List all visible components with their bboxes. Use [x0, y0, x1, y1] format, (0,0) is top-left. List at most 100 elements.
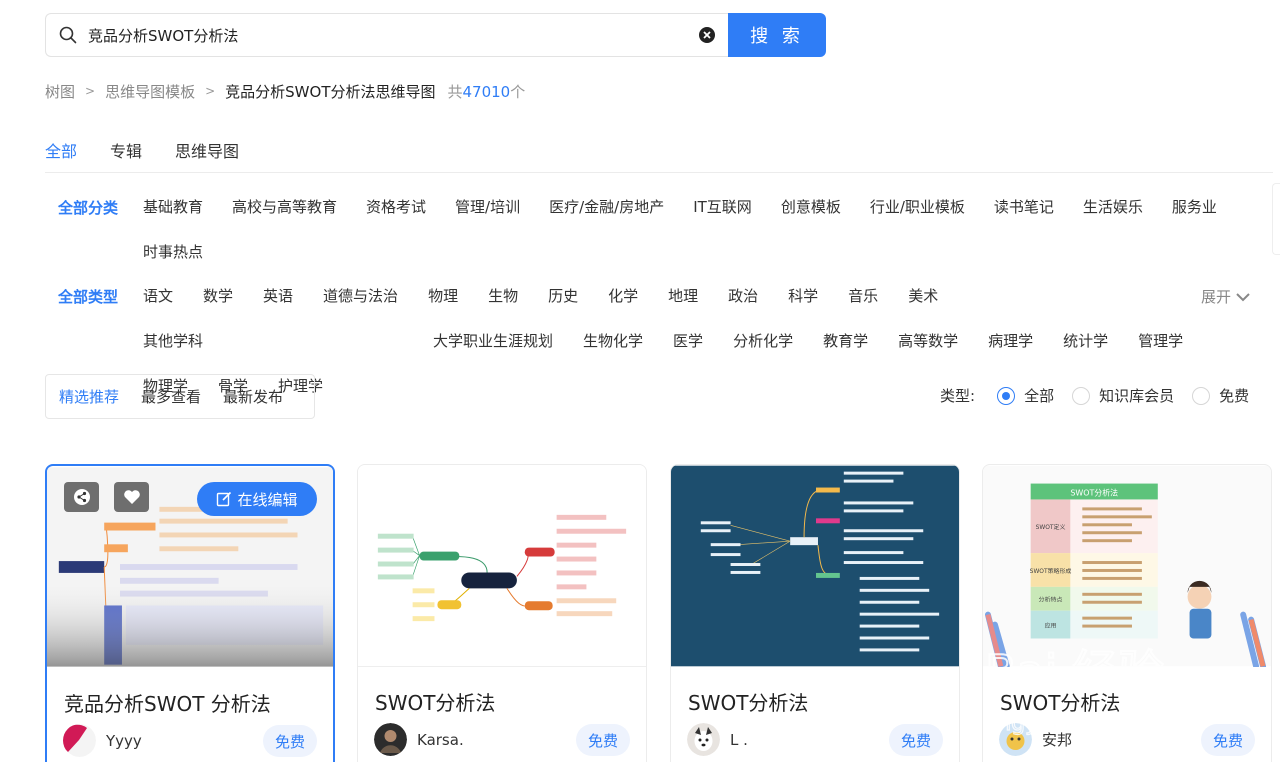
- type-filter-label: 类型:: [940, 387, 976, 405]
- search-input[interactable]: 竞品分析SWOT分析法: [45, 13, 728, 57]
- type-filter: 类型: 全部 知识库会员 免费: [940, 385, 1267, 406]
- card-title[interactable]: SWOT分析法: [375, 687, 495, 716]
- type-item[interactable]: 道德与法治: [323, 285, 398, 308]
- breadcrumb-separator: >: [205, 84, 216, 98]
- card-author[interactable]: 安邦: [999, 723, 1072, 756]
- tab-albums[interactable]: 专辑: [110, 138, 142, 162]
- avatar: [63, 724, 96, 757]
- radio-checked-icon[interactable]: [997, 386, 1016, 405]
- type-option-member[interactable]: 知识库会员: [1072, 385, 1174, 406]
- card-author[interactable]: Yyyy: [63, 724, 142, 757]
- card-title[interactable]: SWOT分析法: [1000, 687, 1120, 716]
- category-item[interactable]: IT互联网: [693, 196, 752, 219]
- clear-icon[interactable]: [698, 26, 716, 44]
- type-item[interactable]: 病理学: [988, 330, 1033, 353]
- type-item[interactable]: 其他学科: [143, 330, 203, 353]
- type-item[interactable]: 分析化学: [733, 330, 793, 353]
- share-button[interactable]: [64, 482, 99, 512]
- radio-icon[interactable]: [1192, 386, 1211, 405]
- type-item[interactable]: 管理学: [1138, 330, 1183, 353]
- type-item[interactable]: 生物化学: [583, 330, 643, 353]
- type-item[interactable]: 医学: [673, 330, 703, 353]
- type-item[interactable]: 数学: [203, 285, 233, 308]
- expand-label: 展开: [1201, 288, 1232, 306]
- type-item[interactable]: 大学职业生涯规划: [433, 330, 553, 353]
- type-item[interactable]: 美术: [908, 285, 938, 308]
- sort-newest[interactable]: 最新发布: [223, 386, 283, 407]
- template-card[interactable]: SWOT分析法 L . 免费: [670, 464, 960, 762]
- type-item[interactable]: 地理: [668, 285, 698, 308]
- divider: [45, 172, 1273, 173]
- category-item[interactable]: 管理/培训: [455, 196, 520, 219]
- price-badge: 免费: [1201, 724, 1255, 756]
- thumb-section: 应用: [1045, 622, 1057, 630]
- filter-all-types[interactable]: 全部类型: [58, 286, 118, 307]
- type-item[interactable]: 统计学: [1063, 330, 1108, 353]
- category-item[interactable]: 医疗/金融/房地产: [549, 196, 664, 219]
- filter-all-categories[interactable]: 全部分类: [58, 197, 118, 218]
- search-button[interactable]: 搜 索: [728, 13, 826, 57]
- thumb-header: SWOT分析法: [1070, 487, 1118, 497]
- search-query[interactable]: 竞品分析SWOT分析法: [88, 25, 698, 46]
- expand-button[interactable]: 展开: [1201, 286, 1251, 307]
- type-option-free[interactable]: 免费: [1192, 385, 1249, 406]
- type-item[interactable]: 生物: [488, 285, 518, 308]
- category-list: 基础教育 高校与高等教育 资格考试 管理/培训 医疗/金融/房地产 IT互联网 …: [143, 196, 1263, 264]
- mindmap-thumbnail: [358, 465, 646, 667]
- type-item[interactable]: 音乐: [848, 285, 878, 308]
- edit-online-button[interactable]: 在线编辑: [197, 482, 317, 516]
- breadcrumb-templates[interactable]: 思维导图模板: [105, 81, 195, 102]
- price-badge: 免费: [889, 724, 943, 756]
- price-badge: 免费: [576, 724, 630, 756]
- avatar: [999, 723, 1032, 756]
- type-item[interactable]: 英语: [263, 285, 293, 308]
- category-item[interactable]: 基础教育: [143, 196, 203, 219]
- card-author[interactable]: L .: [687, 723, 748, 756]
- category-item[interactable]: 服务业: [1172, 196, 1217, 219]
- type-item[interactable]: 教育学: [823, 330, 868, 353]
- template-card[interactable]: 在线编辑 竞品分析SWOT 分析法 Yyyy 免费: [45, 464, 335, 762]
- radio-icon[interactable]: [1072, 386, 1091, 405]
- type-item[interactable]: 科学: [788, 285, 818, 308]
- mindmap-thumbnail: SWOT分析法 SWOT定义 SWOT策略形成 分析特点 应用: [983, 465, 1271, 667]
- breadcrumb-home[interactable]: 树图: [45, 81, 75, 102]
- type-item[interactable]: 高等数学: [898, 330, 958, 353]
- thumb-section: SWOT定义: [1036, 523, 1066, 531]
- price-badge: 免费: [263, 725, 317, 757]
- category-item[interactable]: 行业/职业模板: [870, 196, 965, 219]
- favorite-button[interactable]: [114, 482, 149, 512]
- category-item[interactable]: 时事热点: [143, 241, 203, 264]
- type-item[interactable]: 政治: [728, 285, 758, 308]
- card-author[interactable]: Karsa.: [374, 723, 464, 756]
- thumb-section: SWOT策略形成: [1030, 567, 1072, 575]
- search-icon: [59, 26, 77, 44]
- category-item[interactable]: 创意模板: [781, 196, 841, 219]
- breadcrumb-current: 竞品分析SWOT分析法思维导图: [225, 82, 436, 101]
- sort-featured[interactable]: 精选推荐: [59, 386, 119, 407]
- type-item[interactable]: 物理: [428, 285, 458, 308]
- type-item[interactable]: 化学: [608, 285, 638, 308]
- template-card[interactable]: SWOT分析法 SWOT定义 SWOT策略形成 分析特点 应用 SWOT分析法 …: [982, 464, 1272, 762]
- avatar: [687, 723, 720, 756]
- sort-most-viewed[interactable]: 最多查看: [141, 386, 201, 407]
- share-icon: [73, 489, 90, 505]
- type-item[interactable]: 历史: [548, 285, 578, 308]
- mindmap-thumbnail: [671, 465, 959, 667]
- thumb-section: 分析特点: [1039, 596, 1063, 604]
- tab-all[interactable]: 全部: [45, 138, 77, 162]
- sort-group: 精选推荐 最多查看 最新发布: [45, 374, 315, 419]
- type-option-all[interactable]: 全部: [997, 385, 1054, 406]
- card-title[interactable]: SWOT分析法: [688, 687, 808, 716]
- category-item[interactable]: 高校与高等教育: [232, 196, 337, 219]
- tab-mindmaps[interactable]: 思维导图: [175, 138, 239, 162]
- category-item[interactable]: 资格考试: [366, 196, 426, 219]
- result-count: 共47010个: [447, 82, 526, 101]
- type-item[interactable]: 语文: [143, 285, 173, 308]
- category-item[interactable]: 生活娱乐: [1083, 196, 1143, 219]
- template-card[interactable]: SWOT分析法 Karsa. 免费: [357, 464, 647, 762]
- category-item[interactable]: 读书笔记: [994, 196, 1054, 219]
- avatar: [374, 723, 407, 756]
- chevron-down-icon: [1236, 292, 1250, 301]
- card-title[interactable]: 竞品分析SWOT 分析法: [64, 688, 271, 717]
- side-panel-handle[interactable]: [1272, 183, 1280, 255]
